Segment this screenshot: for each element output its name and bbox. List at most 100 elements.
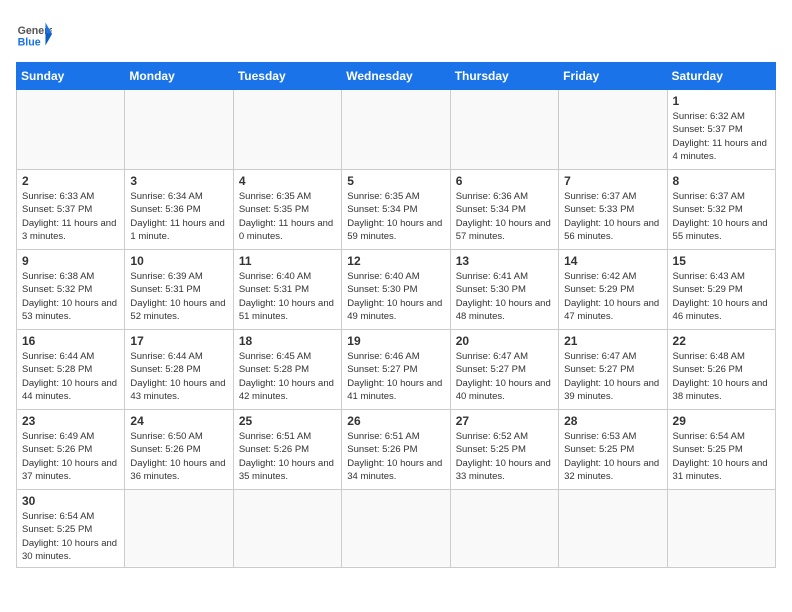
- day-number: 5: [347, 174, 444, 188]
- calendar-cell: 25 Sunrise: 6:51 AM Sunset: 5:26 PM Dayli…: [233, 410, 341, 490]
- day-info: Sunrise: 6:53 AM Sunset: 5:25 PM Dayligh…: [564, 430, 661, 483]
- day-info: Sunrise: 6:37 AM Sunset: 5:32 PM Dayligh…: [673, 190, 770, 243]
- day-info: Sunrise: 6:41 AM Sunset: 5:30 PM Dayligh…: [456, 270, 553, 323]
- day-info: Sunrise: 6:47 AM Sunset: 5:27 PM Dayligh…: [564, 350, 661, 403]
- day-info: Sunrise: 6:35 AM Sunset: 5:35 PM Dayligh…: [239, 190, 336, 243]
- calendar-cell: 10 Sunrise: 6:39 AM Sunset: 5:31 PM Dayli…: [125, 250, 233, 330]
- column-header-tuesday: Tuesday: [233, 63, 341, 90]
- day-number: 20: [456, 334, 553, 348]
- page-header: General Blue: [16, 16, 776, 52]
- calendar-header-row: SundayMondayTuesdayWednesdayThursdayFrid…: [17, 63, 776, 90]
- day-info: Sunrise: 6:54 AM Sunset: 5:25 PM Dayligh…: [22, 510, 119, 563]
- calendar-cell: 1 Sunrise: 6:32 AM Sunset: 5:37 PM Daylig…: [667, 90, 775, 170]
- calendar-cell: 11Sunrise: 6:40 AM Sunset: 5:31 PM Dayli…: [233, 250, 341, 330]
- calendar-week-row: 9 Sunrise: 6:38 AM Sunset: 5:32 PM Daylig…: [17, 250, 776, 330]
- day-number: 10: [130, 254, 227, 268]
- calendar-cell: 4 Sunrise: 6:35 AM Sunset: 5:35 PM Daylig…: [233, 170, 341, 250]
- calendar-cell: 18Sunrise: 6:45 AM Sunset: 5:28 PM Dayli…: [233, 330, 341, 410]
- calendar-week-row: 23 Sunrise: 6:49 AM Sunset: 5:26 PM Dayli…: [17, 410, 776, 490]
- calendar-cell: 6 Sunrise: 6:36 AM Sunset: 5:34 PM Daylig…: [450, 170, 558, 250]
- column-header-friday: Friday: [559, 63, 667, 90]
- day-number: 24: [130, 414, 227, 428]
- day-number: 16: [22, 334, 119, 348]
- day-info: Sunrise: 6:51 AM Sunset: 5:26 PM Dayligh…: [239, 430, 336, 483]
- day-number: 25: [239, 414, 336, 428]
- day-number: 6: [456, 174, 553, 188]
- column-header-wednesday: Wednesday: [342, 63, 450, 90]
- calendar-cell: 15Sunrise: 6:43 AM Sunset: 5:29 PM Dayli…: [667, 250, 775, 330]
- day-number: 13: [456, 254, 553, 268]
- calendar-cell: [450, 490, 558, 568]
- calendar-table: SundayMondayTuesdayWednesdayThursdayFrid…: [16, 62, 776, 568]
- calendar-cell: 27Sunrise: 6:52 AM Sunset: 5:25 PM Dayli…: [450, 410, 558, 490]
- calendar-cell: 16 Sunrise: 6:44 AM Sunset: 5:28 PM Dayli…: [17, 330, 125, 410]
- day-number: 1: [673, 94, 770, 108]
- column-header-monday: Monday: [125, 63, 233, 90]
- calendar-cell: 21Sunrise: 6:47 AM Sunset: 5:27 PM Dayli…: [559, 330, 667, 410]
- day-number: 23: [22, 414, 119, 428]
- calendar-week-row: 1 Sunrise: 6:32 AM Sunset: 5:37 PM Daylig…: [17, 90, 776, 170]
- day-info: Sunrise: 6:46 AM Sunset: 5:27 PM Dayligh…: [347, 350, 444, 403]
- calendar-cell: [233, 490, 341, 568]
- calendar-cell: 30 Sunrise: 6:54 AM Sunset: 5:25 PM Dayli…: [17, 490, 125, 568]
- calendar-cell: [559, 490, 667, 568]
- day-number: 19: [347, 334, 444, 348]
- logo: General Blue: [16, 16, 52, 52]
- day-info: Sunrise: 6:36 AM Sunset: 5:34 PM Dayligh…: [456, 190, 553, 243]
- day-number: 17: [130, 334, 227, 348]
- day-number: 12: [347, 254, 444, 268]
- day-info: Sunrise: 6:40 AM Sunset: 5:30 PM Dayligh…: [347, 270, 444, 323]
- day-number: 14: [564, 254, 661, 268]
- calendar-cell: 2Sunrise: 6:33 AM Sunset: 5:37 PM Daylig…: [17, 170, 125, 250]
- day-number: 18: [239, 334, 336, 348]
- calendar-week-row: 2Sunrise: 6:33 AM Sunset: 5:37 PM Daylig…: [17, 170, 776, 250]
- calendar-cell: 12 Sunrise: 6:40 AM Sunset: 5:30 PM Dayli…: [342, 250, 450, 330]
- day-info: Sunrise: 6:51 AM Sunset: 5:26 PM Dayligh…: [347, 430, 444, 483]
- day-info: Sunrise: 6:34 AM Sunset: 5:36 PM Dayligh…: [130, 190, 227, 243]
- calendar-cell: 23 Sunrise: 6:49 AM Sunset: 5:26 PM Dayli…: [17, 410, 125, 490]
- day-info: Sunrise: 6:50 AM Sunset: 5:26 PM Dayligh…: [130, 430, 227, 483]
- calendar-cell: [450, 90, 558, 170]
- day-info: Sunrise: 6:32 AM Sunset: 5:37 PM Dayligh…: [673, 110, 770, 163]
- calendar-week-row: 30 Sunrise: 6:54 AM Sunset: 5:25 PM Dayli…: [17, 490, 776, 568]
- day-info: Sunrise: 6:49 AM Sunset: 5:26 PM Dayligh…: [22, 430, 119, 483]
- day-info: Sunrise: 6:43 AM Sunset: 5:29 PM Dayligh…: [673, 270, 770, 323]
- calendar-cell: 8 Sunrise: 6:37 AM Sunset: 5:32 PM Daylig…: [667, 170, 775, 250]
- day-info: Sunrise: 6:47 AM Sunset: 5:27 PM Dayligh…: [456, 350, 553, 403]
- day-info: Sunrise: 6:44 AM Sunset: 5:28 PM Dayligh…: [22, 350, 119, 403]
- calendar-cell: [559, 90, 667, 170]
- day-info: Sunrise: 6:33 AM Sunset: 5:37 PM Dayligh…: [22, 190, 119, 243]
- day-number: 30: [22, 494, 119, 508]
- day-info: Sunrise: 6:48 AM Sunset: 5:26 PM Dayligh…: [673, 350, 770, 403]
- calendar-cell: 9 Sunrise: 6:38 AM Sunset: 5:32 PM Daylig…: [17, 250, 125, 330]
- day-info: Sunrise: 6:38 AM Sunset: 5:32 PM Dayligh…: [22, 270, 119, 323]
- day-number: 3: [130, 174, 227, 188]
- day-number: 26: [347, 414, 444, 428]
- day-number: 29: [673, 414, 770, 428]
- day-number: 8: [673, 174, 770, 188]
- calendar-cell: 3 Sunrise: 6:34 AM Sunset: 5:36 PM Daylig…: [125, 170, 233, 250]
- day-number: 27: [456, 414, 553, 428]
- day-info: Sunrise: 6:42 AM Sunset: 5:29 PM Dayligh…: [564, 270, 661, 323]
- day-info: Sunrise: 6:39 AM Sunset: 5:31 PM Dayligh…: [130, 270, 227, 323]
- calendar-cell: [233, 90, 341, 170]
- calendar-cell: 17 Sunrise: 6:44 AM Sunset: 5:28 PM Dayli…: [125, 330, 233, 410]
- column-header-thursday: Thursday: [450, 63, 558, 90]
- day-number: 4: [239, 174, 336, 188]
- day-info: Sunrise: 6:37 AM Sunset: 5:33 PM Dayligh…: [564, 190, 661, 243]
- calendar-cell: [17, 90, 125, 170]
- calendar-cell: 28Sunrise: 6:53 AM Sunset: 5:25 PM Dayli…: [559, 410, 667, 490]
- day-number: 9: [22, 254, 119, 268]
- calendar-cell: [125, 490, 233, 568]
- day-info: Sunrise: 6:44 AM Sunset: 5:28 PM Dayligh…: [130, 350, 227, 403]
- column-header-sunday: Sunday: [17, 63, 125, 90]
- calendar-cell: 20 Sunrise: 6:47 AM Sunset: 5:27 PM Dayli…: [450, 330, 558, 410]
- calendar-cell: [667, 490, 775, 568]
- day-number: 7: [564, 174, 661, 188]
- calendar-cell: 29Sunrise: 6:54 AM Sunset: 5:25 PM Dayli…: [667, 410, 775, 490]
- calendar-cell: 26 Sunrise: 6:51 AM Sunset: 5:26 PM Dayli…: [342, 410, 450, 490]
- calendar-week-row: 16 Sunrise: 6:44 AM Sunset: 5:28 PM Dayli…: [17, 330, 776, 410]
- calendar-cell: 19 Sunrise: 6:46 AM Sunset: 5:27 PM Dayli…: [342, 330, 450, 410]
- calendar-cell: [125, 90, 233, 170]
- calendar-cell: 22Sunrise: 6:48 AM Sunset: 5:26 PM Dayli…: [667, 330, 775, 410]
